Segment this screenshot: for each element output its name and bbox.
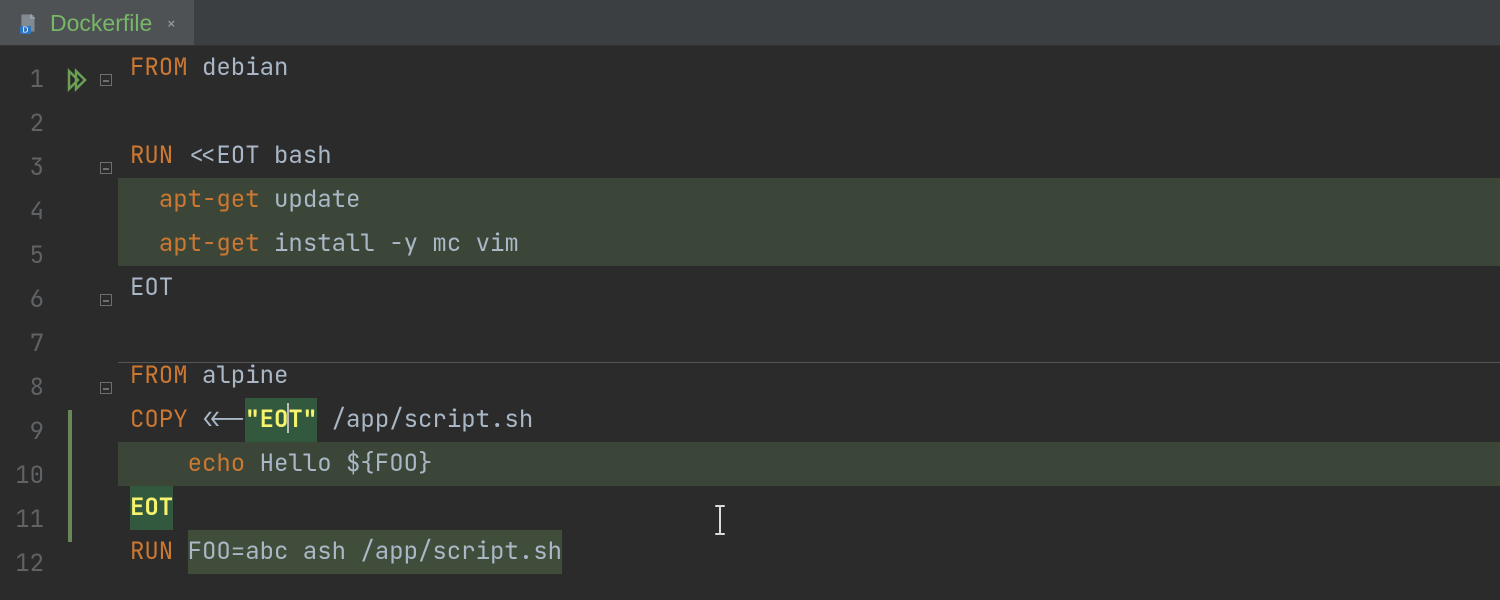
command: echo: [188, 448, 260, 479]
svg-text:D: D: [23, 25, 29, 34]
fold-gutter: [98, 46, 118, 600]
line-number: 9: [0, 410, 56, 454]
fold-start-icon[interactable]: [100, 162, 112, 174]
close-icon[interactable]: ×: [162, 15, 180, 33]
code-line[interactable]: RUN <<EOT bash: [118, 134, 332, 178]
code-line[interactable]: [118, 310, 130, 354]
line-number-gutter: 123456789101112: [0, 46, 56, 600]
text: FOO=abc ash /app/script.sh: [188, 536, 562, 567]
stage-separator: [118, 362, 1500, 363]
search-highlight: "EO: [245, 398, 288, 442]
text: Hello ${FOO}: [260, 448, 433, 479]
code-line[interactable]: apt-get update: [118, 178, 360, 222]
code-line[interactable]: RUN FOO=abc ash /app/script.sh: [118, 530, 562, 574]
text: debian: [202, 52, 288, 83]
code-area[interactable]: FROM debian RUN <<EOT bash apt-get update…: [118, 46, 1500, 600]
tab-label: Dockerfile: [50, 10, 152, 37]
line-number: 1: [0, 58, 56, 102]
code-line[interactable]: apt-get install -y mc vim: [118, 222, 519, 266]
line-number: 6: [0, 278, 56, 322]
vcs-change-marker: [68, 454, 72, 498]
code-line[interactable]: EOT: [118, 486, 173, 530]
text: alpine: [202, 360, 288, 391]
line-number: 12: [0, 542, 56, 586]
code-line[interactable]: [118, 90, 130, 134]
line-number: 3: [0, 146, 56, 190]
text: install -y mc vim: [274, 228, 519, 259]
code-editor[interactable]: 123456789101112 FROM debianRUN <<EOT bas…: [0, 46, 1500, 600]
tab-dockerfile[interactable]: D Dockerfile ×: [0, 0, 194, 45]
keyword: RUN: [130, 536, 188, 567]
line-number: 4: [0, 190, 56, 234]
code-line[interactable]: FROM alpine: [118, 354, 288, 398]
line-number: 8: [0, 366, 56, 410]
text: <<-: [202, 404, 245, 435]
command: apt-get: [159, 228, 274, 259]
line-number: 11: [0, 498, 56, 542]
text-caret: [287, 403, 289, 433]
keyword: RUN: [130, 140, 188, 171]
line-number: 2: [0, 102, 56, 146]
run-gutter: [56, 46, 98, 600]
text: <<EOT bash: [188, 140, 332, 171]
keyword: COPY: [130, 404, 202, 435]
code-line[interactable]: EOT: [118, 266, 173, 310]
line-number: 5: [0, 234, 56, 278]
vcs-change-marker: [68, 498, 72, 542]
text: EOT: [130, 272, 173, 303]
fold-start-icon[interactable]: [100, 74, 112, 86]
text: update: [274, 184, 360, 215]
command: apt-get: [159, 184, 274, 215]
line-number: 10: [0, 454, 56, 498]
code-line[interactable]: COPY <<-"EOT" /app/script.sh: [118, 398, 533, 442]
fold-end-icon[interactable]: [100, 294, 112, 306]
vcs-change-marker: [68, 410, 72, 454]
line-number: 7: [0, 322, 56, 366]
code-line[interactable]: echo Hello ${FOO}: [118, 442, 432, 486]
fold-start-icon[interactable]: [100, 382, 112, 394]
run-gutter-icon[interactable]: [56, 58, 98, 102]
search-highlight: T": [288, 398, 317, 442]
keyword: FROM: [130, 360, 202, 391]
search-highlight: EOT: [130, 486, 173, 530]
docker-file-icon: D: [18, 12, 40, 36]
text: /app/script.sh: [317, 404, 533, 435]
code-line[interactable]: FROM debian: [118, 46, 288, 90]
tab-bar: D Dockerfile ×: [0, 0, 1500, 46]
keyword: FROM: [130, 52, 202, 83]
